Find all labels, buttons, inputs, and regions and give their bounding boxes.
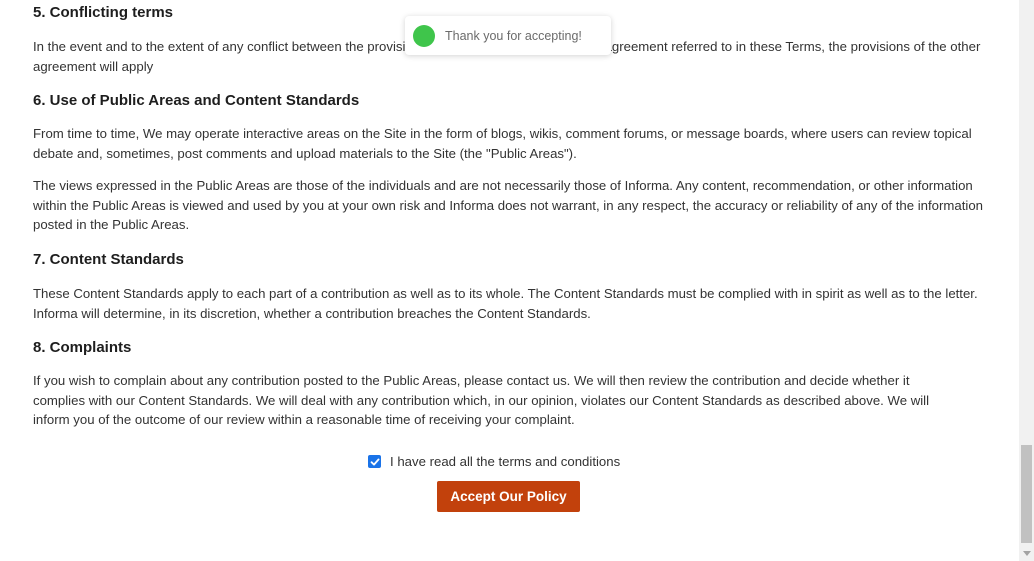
section-paragraph: These Content Standards apply to each pa… — [33, 286, 978, 321]
section-paragraph: If you wish to complain about any contri… — [33, 373, 930, 427]
section-title-public-areas: 6. Use of Public Areas and Content Stand… — [33, 92, 360, 109]
vertical-scrollbar[interactable] — [1019, 0, 1034, 561]
section-paragraph: The views expressed in the Public Areas … — [33, 178, 983, 232]
terms-checkbox-label[interactable]: I have read all the terms and conditions — [390, 454, 620, 469]
section-title-content-standards: 7. Content Standards — [33, 251, 184, 268]
terms-checkbox[interactable] — [368, 455, 381, 468]
success-dot-icon — [413, 24, 435, 47]
success-toast: Thank you for accepting! — [405, 16, 611, 55]
terms-acceptance-row: I have read all the terms and conditions — [368, 454, 620, 469]
accept-policy-button[interactable]: Accept Our Policy — [437, 481, 580, 512]
terms-page: 5. Conflicting terms In the event and to… — [0, 0, 1034, 561]
toast-message: Thank you for accepting! — [445, 28, 582, 43]
section-title-conflicting-terms: 5. Conflicting terms — [33, 4, 174, 21]
scrollbar-thumb[interactable] — [1021, 445, 1032, 543]
scroll-down-arrow-icon[interactable] — [1019, 548, 1034, 558]
checkmark-icon — [370, 458, 379, 465]
section-title-complaints: 8. Complaints — [33, 339, 132, 356]
section-paragraph: From time to time, We may operate intera… — [33, 126, 972, 161]
